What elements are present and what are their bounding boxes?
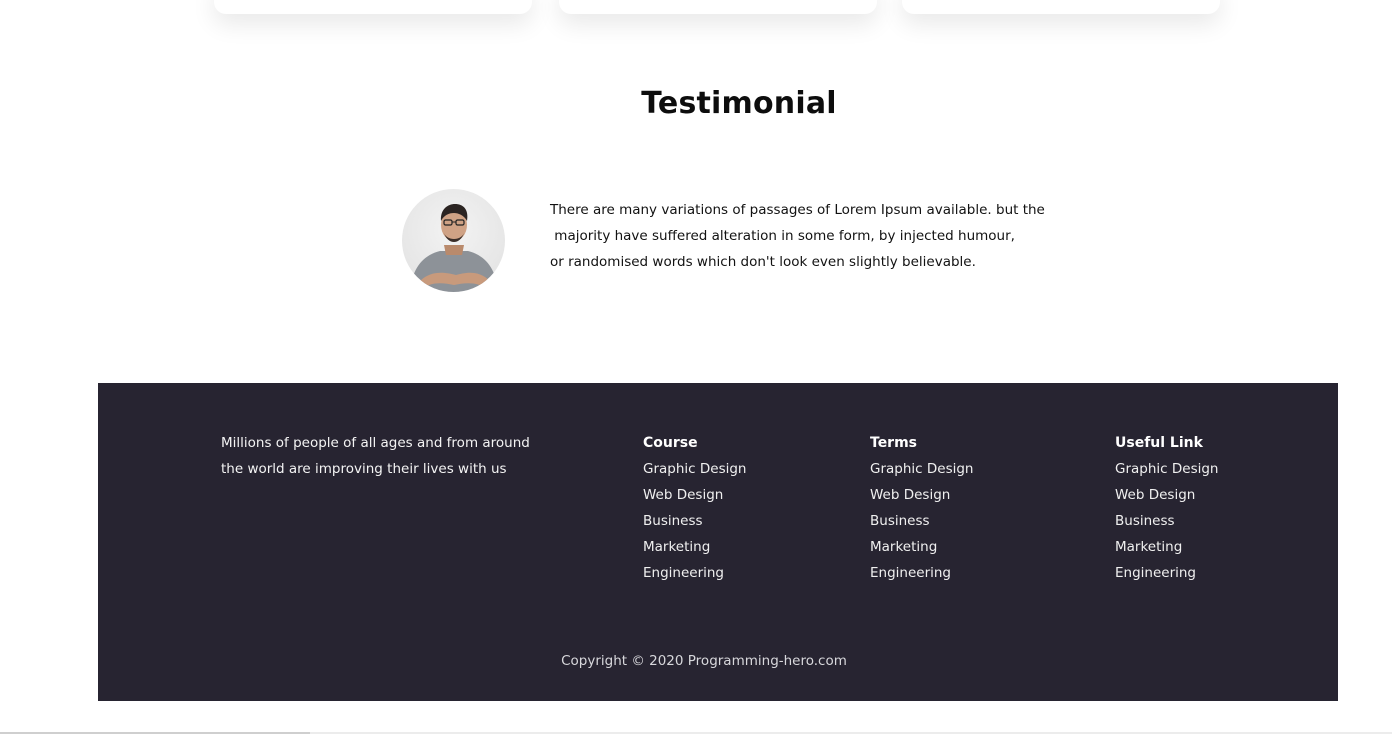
course-card: [559, 0, 877, 14]
footer-link-marketing[interactable]: Marketing: [870, 534, 974, 560]
about-line: the world are improving their lives with…: [221, 461, 507, 477]
footer-link-engineering[interactable]: Engineering: [870, 560, 974, 586]
footer-link-engineering[interactable]: Engineering: [643, 560, 747, 586]
footer-link-web-design[interactable]: Web Design: [643, 482, 747, 508]
site-footer: Millions of people of all ages and from …: [98, 383, 1338, 701]
testimonial-heading: Testimonial: [641, 86, 837, 121]
copyright-text: Copyright © 2020 Programming-hero.com: [561, 653, 847, 669]
testimonial-avatar: [402, 189, 505, 292]
footer-column-heading: Course: [643, 435, 698, 451]
footer-link-web-design[interactable]: Web Design: [870, 482, 974, 508]
footer-link-business[interactable]: Business: [1115, 508, 1219, 534]
course-card: [214, 0, 532, 14]
footer-link-graphic-design[interactable]: Graphic Design: [870, 456, 974, 482]
footer-about: Millions of people of all ages and from …: [221, 430, 561, 482]
footer-link-business[interactable]: Business: [643, 508, 747, 534]
footer-link-graphic-design[interactable]: Graphic Design: [1115, 456, 1219, 482]
footer-link-marketing[interactable]: Marketing: [1115, 534, 1219, 560]
footer-column-heading: Useful Link: [1115, 435, 1203, 451]
quote-line: majority have suffered alteration in som…: [550, 228, 1015, 244]
footer-link-marketing[interactable]: Marketing: [643, 534, 747, 560]
person-photo-icon: [410, 204, 498, 292]
course-card: [902, 0, 1220, 14]
quote-line: or randomised words which don't look eve…: [550, 254, 976, 270]
footer-link-graphic-design[interactable]: Graphic Design: [643, 456, 747, 482]
about-line: Millions of people of all ages and from …: [221, 435, 530, 451]
footer-column-terms: Terms Graphic Design Web Design Business…: [870, 430, 974, 586]
footer-link-web-design[interactable]: Web Design: [1115, 482, 1219, 508]
footer-link-business[interactable]: Business: [870, 508, 974, 534]
footer-column-course: Course Graphic Design Web Design Busines…: [643, 430, 747, 586]
footer-column-heading: Terms: [870, 435, 918, 451]
footer-column-useful-link: Useful Link Graphic Design Web Design Bu…: [1115, 430, 1219, 586]
quote-line: There are many variations of passages of…: [550, 202, 1045, 218]
footer-link-engineering[interactable]: Engineering: [1115, 560, 1219, 586]
testimonial-quote: There are many variations of passages of…: [550, 197, 1070, 275]
